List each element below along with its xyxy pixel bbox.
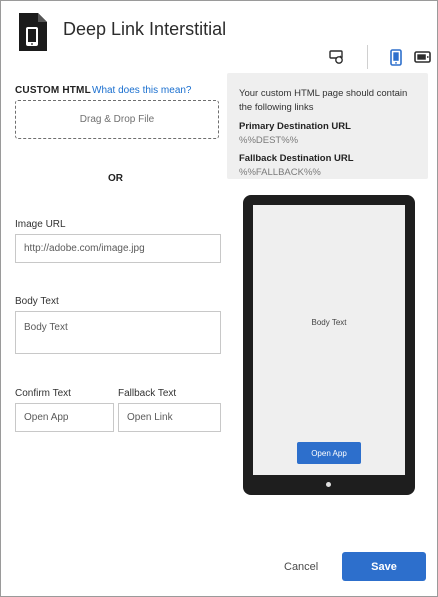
- body-text-placeholder: Body Text: [24, 322, 68, 333]
- refresh-preview-icon[interactable]: [329, 49, 345, 65]
- confirm-text-input[interactable]: Open App: [15, 403, 114, 432]
- preview-body-text: Body Text: [311, 318, 347, 327]
- save-button-label: Save: [371, 560, 397, 573]
- device-preview: Body Text Open App: [243, 195, 415, 495]
- help-link[interactable]: What does this mean?: [92, 85, 192, 96]
- custom-html-label: CUSTOM HTML: [15, 85, 91, 96]
- or-separator: OR: [108, 173, 123, 184]
- info-line-1: Your custom HTML page should contain: [239, 88, 408, 99]
- file-dropzone[interactable]: Drag & Drop File: [15, 100, 219, 139]
- dialog-title: Deep Link Interstitial: [63, 19, 227, 39]
- save-button[interactable]: Save: [342, 552, 426, 581]
- toolbar-divider: [367, 45, 368, 69]
- device-home-indicator: [326, 482, 331, 487]
- fallback-destination-label: Fallback Destination URL: [239, 153, 354, 164]
- dropzone-text: Drag & Drop File: [79, 114, 155, 125]
- image-url-placeholder: http://adobe.com/image.jpg: [24, 243, 145, 254]
- info-line-2: the following links: [239, 102, 314, 113]
- preview-open-app-button: Open App: [297, 442, 361, 464]
- image-url-input[interactable]: http://adobe.com/image.jpg: [15, 234, 221, 263]
- fallback-text-label: Fallback Text: [118, 388, 177, 399]
- dialog: Deep Link Interstitial CUSTOM HTML What …: [0, 0, 438, 597]
- body-text-input[interactable]: Body Text: [15, 311, 221, 354]
- primary-destination-label: Primary Destination URL: [239, 121, 351, 132]
- cancel-button[interactable]: Cancel: [284, 561, 318, 573]
- file-phone-icon: [19, 13, 47, 51]
- portrait-device-icon[interactable]: [390, 49, 402, 66]
- fallback-text-placeholder: Open Link: [127, 412, 173, 423]
- fallback-destination-token: %%FALLBACK%%: [239, 167, 321, 178]
- info-panel: Your custom HTML page should contain the…: [227, 73, 428, 179]
- fallback-text-input[interactable]: Open Link: [118, 403, 221, 432]
- primary-destination-token: %%DEST%%: [239, 135, 299, 146]
- confirm-text-label: Confirm Text: [15, 388, 71, 399]
- landscape-device-icon[interactable]: [414, 51, 431, 63]
- confirm-text-placeholder: Open App: [24, 412, 69, 423]
- image-url-label: Image URL: [15, 219, 66, 230]
- device-screen: Body Text Open App: [253, 205, 405, 475]
- body-text-label: Body Text: [15, 296, 59, 307]
